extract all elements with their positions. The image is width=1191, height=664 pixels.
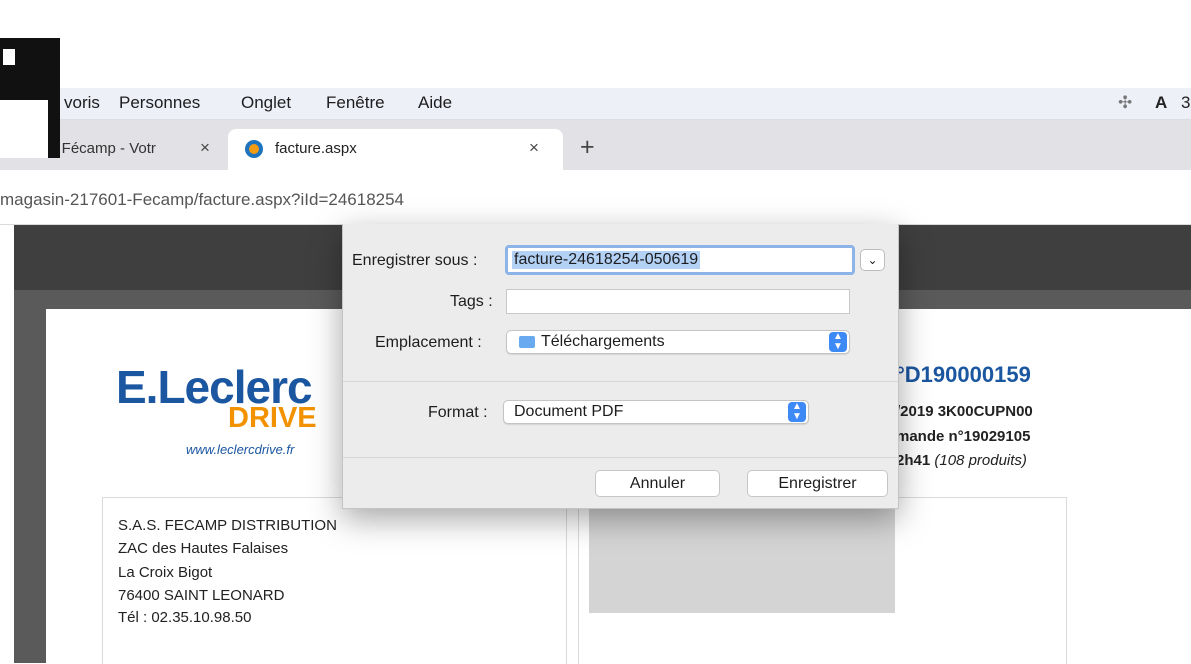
location-value: Téléchargements (541, 333, 665, 350)
redacted-block (589, 507, 895, 613)
new-tab-button[interactable]: + (580, 133, 595, 162)
tab-strip: c DRIVE Fécamp - Votr × facture.aspx × + (0, 120, 1191, 170)
tab-close-icon[interactable]: × (529, 138, 539, 158)
invoice-number: °D190000159 (896, 362, 1031, 387)
expand-dialog-button[interactable]: ⌄ (860, 249, 885, 271)
leclerc-favicon-icon (245, 140, 263, 158)
invoice-time-line: 2h41 (108 produits) (896, 452, 1027, 469)
location-select[interactable]: Téléchargements ▲ ▼ (506, 330, 850, 354)
divider (343, 381, 898, 382)
dropbox-icon[interactable]: ✣ (1118, 93, 1132, 113)
menu-onglet[interactable]: Onglet (241, 93, 291, 113)
format-label: Format : (428, 404, 488, 421)
leclerc-logo-url: www.leclercdrive.fr (186, 442, 295, 457)
save-as-label: Enregistrer sous : (352, 252, 478, 269)
tab-title: facture.aspx (275, 140, 357, 157)
updown-arrows-icon: ▲ ▼ (788, 402, 806, 422)
format-value: Document PDF (514, 403, 624, 420)
menu-personnes[interactable]: Personnes (119, 93, 200, 113)
address-bar[interactable]: magasin-217601-Fecamp/facture.aspx?iId=2… (0, 170, 1191, 225)
menu-favoris[interactable]: voris (64, 93, 100, 113)
invoice-date-line: /2019 3K00CUPN00 (896, 403, 1033, 420)
filename-value: facture-24618254-050619 (512, 251, 701, 269)
address-line: 76400 SAINT LEONARD (118, 587, 285, 604)
updown-arrows-icon: ▲ ▼ (829, 332, 847, 352)
address-line: ZAC des Hautes Falaises (118, 540, 289, 557)
menu-bar: voris Personnes Onglet Fenêtre Aide ✣ A … (0, 88, 1191, 120)
location-label: Emplacement : (375, 334, 482, 351)
leclerc-logo-drive: DRIVE (228, 402, 317, 434)
filename-input[interactable]: facture-24618254-050619 (505, 245, 855, 275)
invoice-time: 2h41 (896, 452, 931, 469)
chevron-down-icon: ⌄ (867, 253, 878, 267)
format-select[interactable]: Document PDF ▲ ▼ (503, 400, 809, 424)
tags-label: Tags : (450, 293, 493, 310)
tab-facture[interactable]: facture.aspx × (228, 129, 563, 170)
invoice-product-count: (108 produits) (934, 452, 1027, 469)
address-line: Tél : 02.35.10.98.50 (118, 609, 252, 626)
tab-close-icon[interactable]: × (200, 138, 210, 158)
tray-clipped-text: 3 (1181, 93, 1191, 112)
save-dialog: Enregistrer sous : facture-24618254-0506… (342, 224, 899, 509)
divider (343, 457, 898, 458)
cancel-button[interactable]: Annuler (595, 470, 720, 497)
folder-icon (519, 336, 535, 348)
address-line: S.A.S. FECAMP DISTRIBUTION (118, 517, 337, 534)
tags-input[interactable] (506, 289, 850, 314)
menu-aide[interactable]: Aide (418, 93, 452, 113)
menu-fenetre[interactable]: Fenêtre (326, 93, 385, 113)
url-text[interactable]: magasin-217601-Fecamp/facture.aspx?iId=2… (0, 190, 404, 210)
address-line: La Croix Bigot (118, 564, 213, 581)
save-button[interactable]: Enregistrer (747, 470, 888, 497)
invoice-order-line: mande n°19029105 (896, 428, 1031, 445)
floppy-disk-icon (0, 38, 60, 158)
adobe-icon[interactable]: A (1155, 93, 1167, 113)
